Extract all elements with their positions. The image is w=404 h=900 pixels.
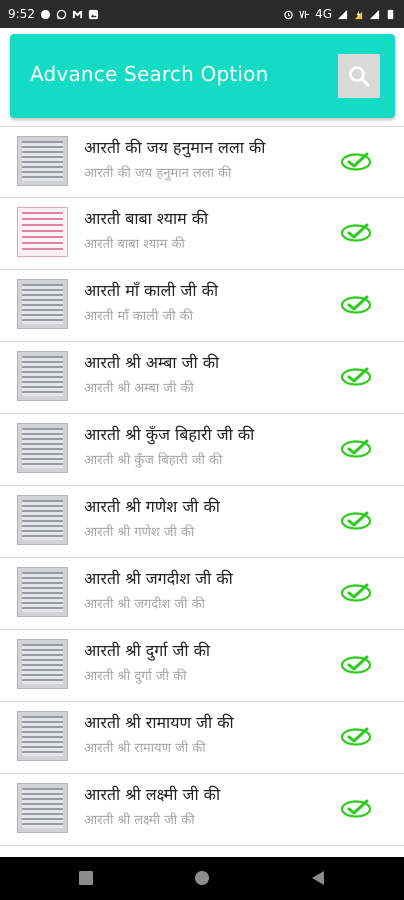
volte-icon [299, 10, 310, 18]
item-subtitle: आरती माँ काली जी की [84, 309, 193, 324]
item-subtitle: आरती श्री अम्बा जी की [84, 381, 194, 396]
status-bar: 9:52 4G [0, 0, 404, 28]
check-circle-icon [340, 511, 372, 530]
aarti-thumbnail [17, 567, 68, 617]
item-title: आरती श्री कुँज बिहारी जी की [84, 425, 255, 444]
aarti-list: आरती की जय हनुमान लला की आरती की जय हनुम… [0, 126, 404, 846]
aarti-thumbnail [17, 783, 68, 833]
aarti-thumbnail [17, 711, 68, 761]
item-subtitle: आरती की जय हनुमान लला की [84, 166, 232, 181]
check-circle-icon [340, 655, 372, 674]
check-circle-icon [340, 152, 372, 171]
aarti-thumbnail [17, 279, 68, 329]
check-circle-icon [340, 727, 372, 746]
search-button[interactable] [338, 54, 380, 98]
recents-icon[interactable] [77, 869, 95, 887]
item-title: आरती माँ काली जी की [84, 281, 219, 300]
check-circle-icon [340, 583, 372, 602]
network-type: 4G [315, 7, 332, 21]
signal-2-icon [369, 9, 380, 19]
photo-icon [88, 9, 99, 19]
aarti-thumbnail [17, 351, 68, 401]
item-subtitle: आरती श्री जगदीश जी की [84, 597, 205, 612]
check-circle-icon [340, 223, 372, 242]
list-item[interactable]: आरती श्री जगदीश जी की आरती श्री जगदीश जी… [0, 558, 404, 630]
item-subtitle: आरती श्री गणेश जी की [84, 525, 195, 540]
list-item[interactable]: आरती श्री अम्बा जी की आरती श्री अम्बा जी… [0, 342, 404, 414]
battery-icon [387, 9, 394, 19]
app-header: Advance Search Option [10, 34, 395, 118]
status-time: 9:52 [8, 7, 35, 21]
check-circle-icon [340, 439, 372, 458]
item-subtitle: आरती श्री लक्ष्मी जी की [84, 813, 195, 828]
gmail-icon [72, 10, 83, 18]
item-title: आरती श्री अम्बा जी की [84, 353, 220, 372]
item-title: आरती श्री रामायण जी की [84, 713, 234, 732]
aarti-thumbnail [17, 136, 68, 186]
check-circle-icon [340, 799, 372, 818]
aarti-thumbnail [17, 495, 68, 545]
whatsapp-icon [56, 9, 67, 19]
item-title: आरती श्री दुर्गा जी की [84, 641, 211, 660]
aarti-thumbnail [17, 423, 68, 473]
item-title: आरती श्री लक्ष्मी जी की [84, 785, 221, 804]
battery-charging-icon [354, 9, 363, 19]
list-item[interactable]: आरती श्री लक्ष्मी जी की आरती श्री लक्ष्म… [0, 774, 404, 846]
system-nav-bar [0, 857, 404, 900]
home-icon[interactable] [193, 869, 211, 887]
list-item[interactable]: आरती बाबा श्याम की आरती बाबा श्याम की [0, 198, 404, 270]
list-item[interactable]: आरती श्री गणेश जी की आरती श्री गणेश जी क… [0, 486, 404, 558]
aarti-thumbnail [17, 207, 68, 257]
list-item[interactable]: आरती श्री कुँज बिहारी जी की आरती श्री कु… [0, 414, 404, 486]
aarti-thumbnail [17, 639, 68, 689]
list-item[interactable]: आरती श्री दुर्गा जी की आरती श्री दुर्गा … [0, 630, 404, 702]
search-icon [349, 66, 370, 87]
alarm-icon [284, 10, 293, 19]
page-title: Advance Search Option [30, 62, 269, 86]
item-subtitle: आरती श्री कुँज बिहारी जी की [84, 453, 223, 468]
item-title: आरती की जय हनुमान लला की [84, 138, 266, 157]
item-subtitle: आरती श्री रामायण जी की [84, 741, 206, 756]
item-subtitle: आरती श्री दुर्गा जी की [84, 669, 187, 684]
item-title: आरती बाबा श्याम की [84, 209, 209, 228]
item-title: आरती श्री जगदीश जी की [84, 569, 233, 588]
check-circle-icon [340, 295, 372, 314]
item-subtitle: आरती बाबा श्याम की [84, 237, 185, 252]
check-circle-icon [340, 367, 372, 386]
notification-dot-icon [40, 9, 51, 19]
back-icon[interactable] [309, 869, 327, 887]
list-item[interactable]: आरती श्री रामायण जी की आरती श्री रामायण … [0, 702, 404, 774]
item-title: आरती श्री गणेश जी की [84, 497, 220, 516]
list-item[interactable]: आरती माँ काली जी की आरती माँ काली जी की [0, 270, 404, 342]
list-item[interactable]: आरती की जय हनुमान लला की आरती की जय हनुम… [0, 126, 404, 198]
signal-icon [337, 9, 348, 19]
